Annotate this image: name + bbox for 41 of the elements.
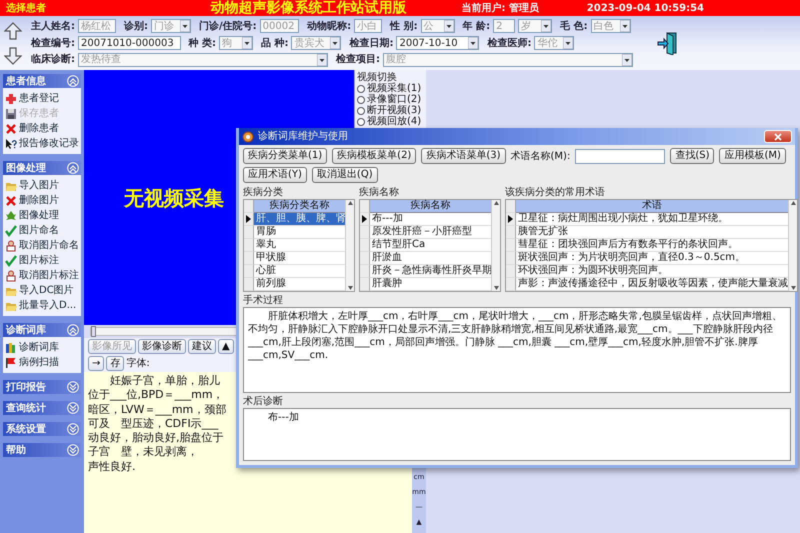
field-label: 检查医师: [487,36,532,50]
current-user: 当前用户: 管理员 [461,2,539,14]
field-label: 门诊/住院号: [199,20,257,33]
field-label: 术语名称(M): [510,150,570,162]
report-text-line: 暗区，LVW＝___mm，颈部可及 型压迹，CDFI示___ [88,402,228,432]
panel-title: 图像处理 [6,162,46,174]
field-label: 临床诊断: [31,53,75,66]
no-video-message: 无视频采集 [124,184,224,210]
field-label: 种 类: [188,36,216,50]
group-label: 该疾病分类的常用术语 [505,186,606,199]
group-label: 术后诊断 [243,395,284,408]
report-text-line: 妊娠子宫，单胎，胎儿位于___位,BPD＝___mm， [88,374,225,403]
column-header: 术语 [516,200,788,213]
column-header: 疾病名称 [370,200,491,213]
group-label: 疾病名称 [359,186,400,199]
panel-title: 患者信息 [6,74,46,88]
panel-title: 帮助 [6,444,26,456]
report-text-line: 声性良好. [88,460,136,474]
app-title: 动物超声影像系统工作站试用版 [210,0,407,16]
panel-title: 查询统计 [6,402,46,414]
field-label: 检查日期: [349,36,394,50]
report-text-line: 动良好，胎动良好,胎盘位于子宫 壁，未见剥离， [88,431,224,460]
field-label: 品 种: [260,36,288,50]
field-label: 年 龄: [462,20,490,33]
field-label: 检查编号: [31,36,75,50]
font-label: 字体: [126,357,150,370]
field-label: 诊别: [124,20,148,33]
dialog-title: 诊断词库维护与使用 [258,130,348,143]
group-label: 疾病分类 [243,186,284,199]
group-label: 手术过程 [243,294,284,307]
panel-title: 系统设置 [6,422,46,436]
panel-title: 打印报告 [6,380,46,394]
field-label: 动物昵称: [307,20,352,33]
field-label: 检查项目: [336,53,380,66]
group-label: 视频切换 [357,72,397,83]
column-header: 疾病分类名称 [254,200,345,213]
panel-title: 诊断词库 [6,324,46,336]
field-label: 主人姓名: [31,20,75,33]
date-time: 2023-09-04 10:59:54 [586,2,704,14]
field-label: 毛 色: [560,20,588,33]
field-label: 性 别: [390,20,418,33]
